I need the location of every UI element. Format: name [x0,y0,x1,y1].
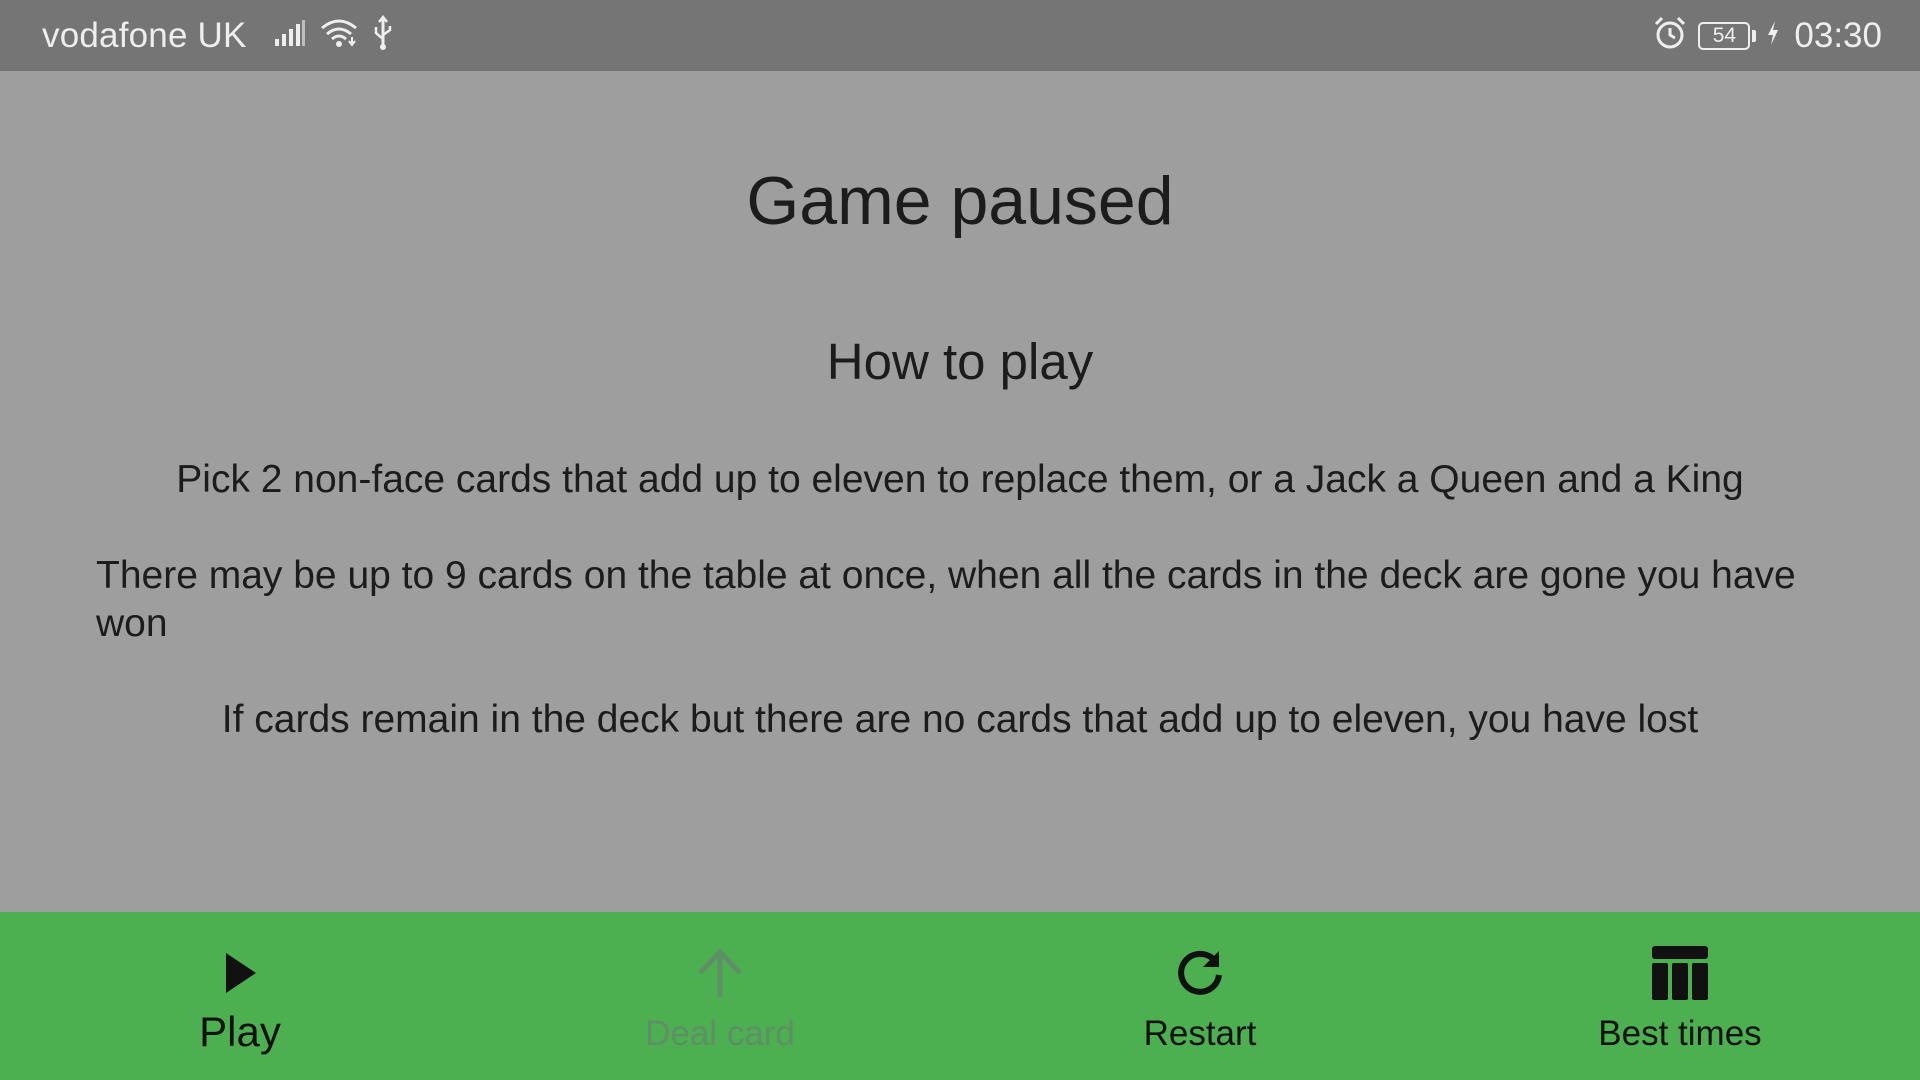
battery-level: 54 [1712,23,1737,47]
alarm-icon [1652,15,1688,56]
status-icons-right: 54 03:30 [1652,15,1882,56]
best-times-button[interactable]: Best times [1440,912,1920,1080]
battery-tip [1752,29,1757,42]
battery-icon: 54 [1698,21,1751,50]
status-bar: vodafone UK 54 03:30 [0,0,1920,71]
rule-text: There may be up to 9 cards on the table … [96,554,1796,645]
wifi-icon [319,17,359,54]
section-heading: How to play [826,333,1094,390]
page-title: Game paused [746,163,1174,239]
arrow-up-icon [689,942,751,1004]
deal-card-label: Deal card [645,1014,795,1053]
charging-icon [1766,20,1780,51]
status-icons-left [273,14,395,56]
clock: 03:30 [1794,15,1882,55]
play-label: Play [199,1008,281,1055]
pause-screen: Game paused How to play Pick 2 non-face … [0,71,1920,912]
rule-text: Pick 2 non-face cards that add up to ele… [176,458,1744,501]
restart-label: Restart [1143,1014,1257,1053]
best-times-label: Best times [1598,1014,1762,1053]
restart-button[interactable]: Restart [960,912,1440,1080]
bottom-nav: Play Deal card Restart Best times [0,912,1920,1080]
rule-text: If cards remain in the deck but there ar… [221,698,1699,741]
carrier-name: vodafone UK [42,15,247,55]
play-button[interactable]: Play [0,912,480,1080]
table-icon [1649,942,1711,1004]
usb-icon [371,14,395,56]
play-icon [209,942,271,1004]
signal-icon [273,19,307,52]
deal-card-button[interactable]: Deal card [480,912,960,1080]
refresh-icon [1169,942,1231,1004]
